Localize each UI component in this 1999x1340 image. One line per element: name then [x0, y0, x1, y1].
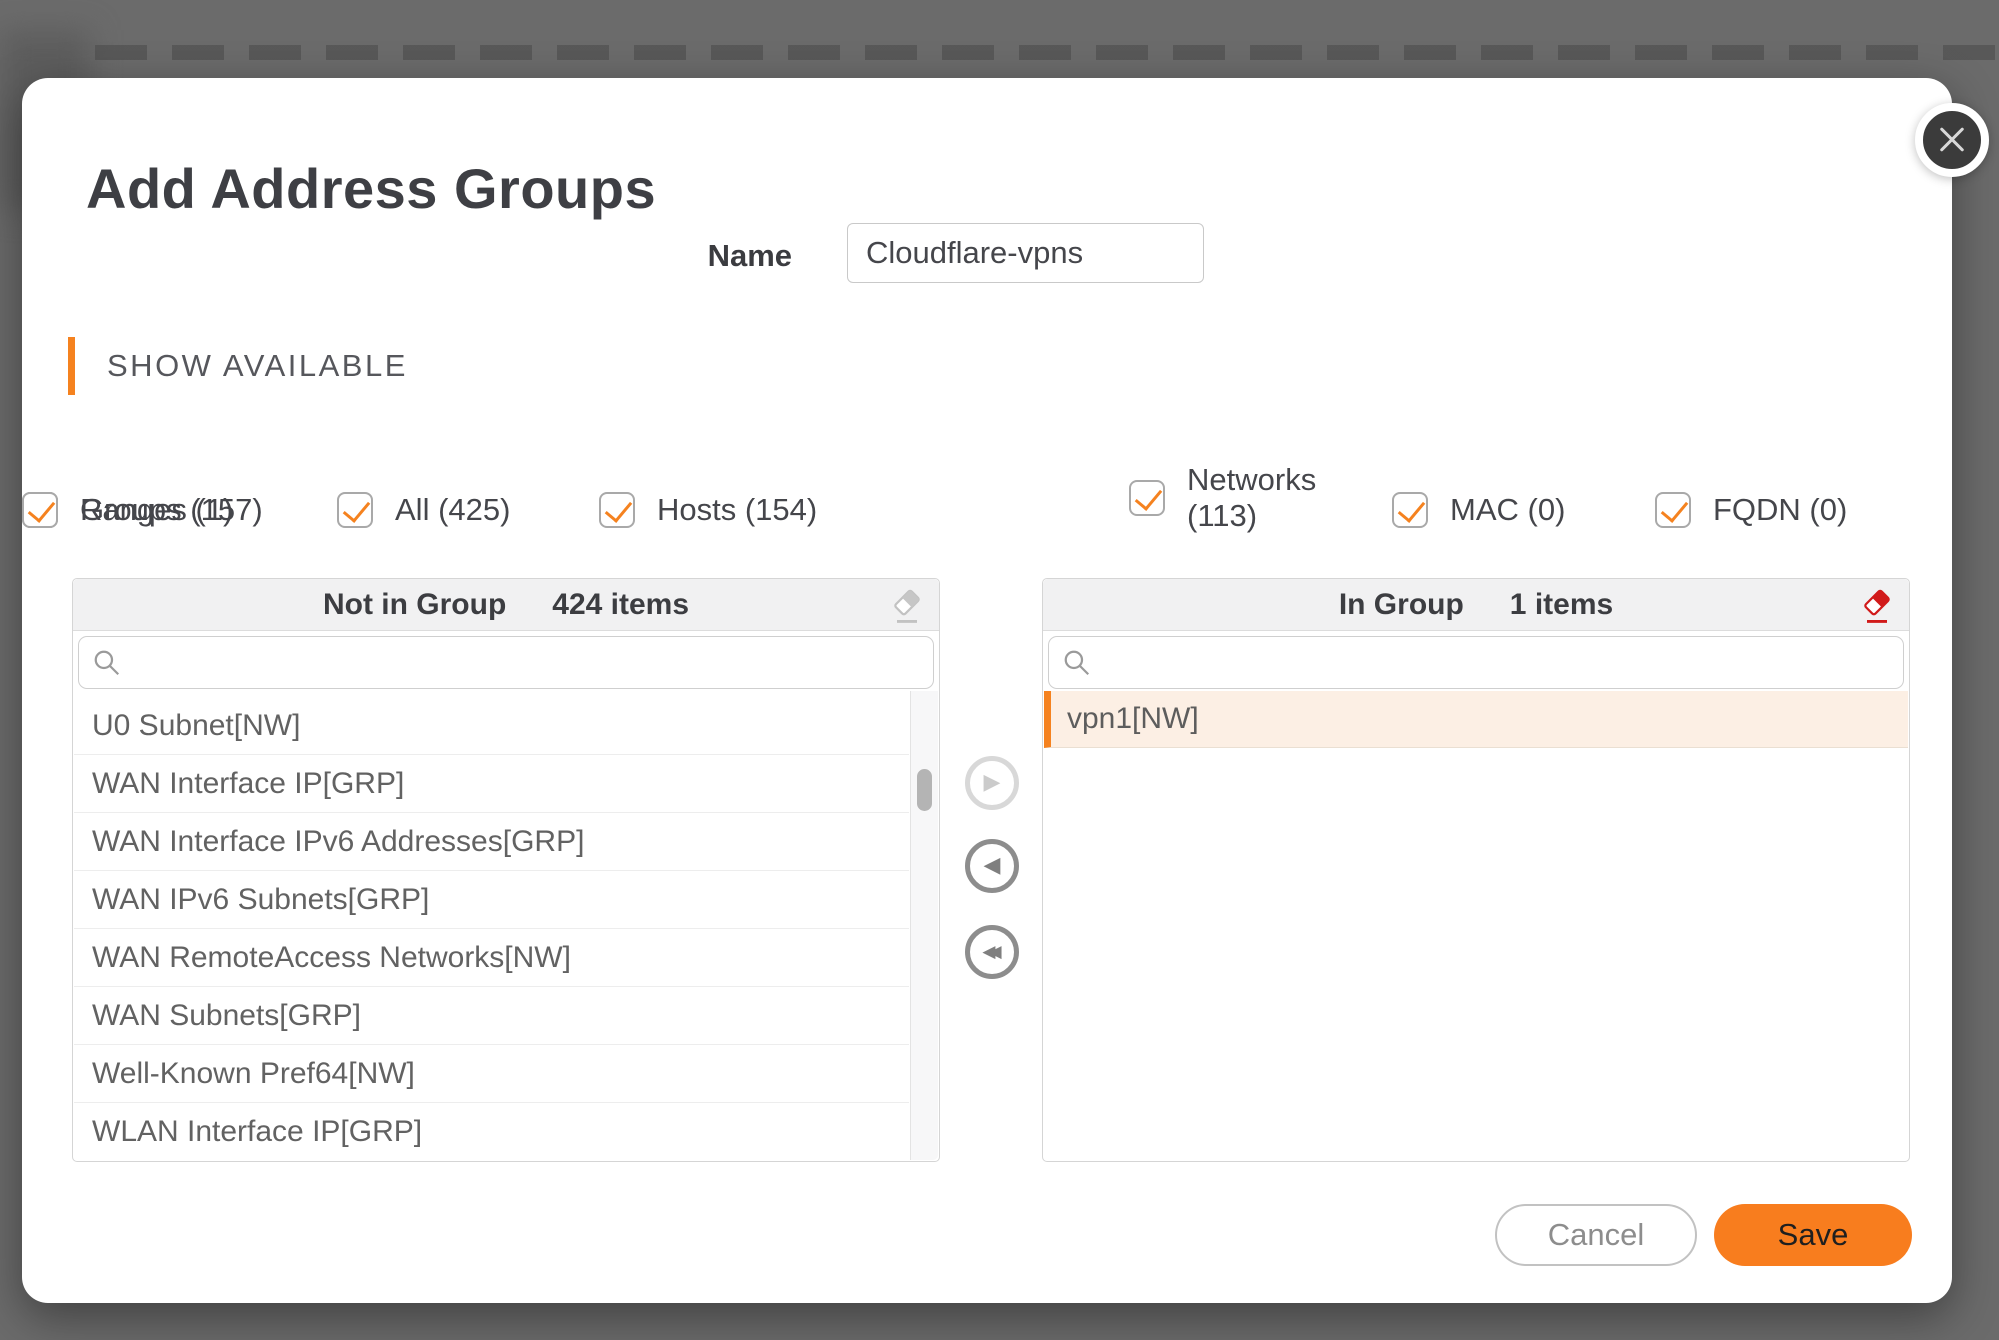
- double-left-arrow-glyph: ◀◀: [989, 944, 994, 961]
- eraser-gray-glyph: [889, 587, 925, 627]
- cancel-button[interactable]: Cancel: [1495, 1204, 1697, 1266]
- background-ui-remnant-dashes: [95, 45, 1999, 60]
- eraser-icon[interactable]: [889, 587, 925, 627]
- search-input[interactable]: [1048, 636, 1904, 689]
- list-item[interactable]: WAN IPv6 Subnets[GRP]: [74, 871, 909, 929]
- filter-all[interactable]: All (425): [337, 480, 510, 540]
- not-in-group-title: Not in Group: [323, 588, 506, 622]
- checkbox-hosts[interactable]: [599, 492, 635, 528]
- close-icon[interactable]: [1915, 103, 1989, 177]
- in-group-panel: In Group 1 items: [1042, 578, 1910, 1162]
- in-group-title: In Group: [1339, 588, 1464, 622]
- checkbox-fqdn[interactable]: [1655, 492, 1691, 528]
- name-label: Name: [452, 238, 792, 274]
- list-item[interactable]: WAN Subnets[GRP]: [74, 987, 909, 1045]
- not-in-group-search: [78, 636, 934, 689]
- checkbox-mac[interactable]: [1392, 492, 1428, 528]
- accent-bar: [68, 337, 75, 395]
- move-all-left-icon[interactable]: ◀◀: [965, 925, 1019, 979]
- filter-networks[interactable]: Networks (113): [1129, 468, 1327, 528]
- filter-hosts[interactable]: Hosts (154): [599, 480, 817, 540]
- show-available-label: SHOW AVAILABLE: [107, 348, 408, 384]
- add-address-groups-dialog: Add Address Groups Name SHOW AVAILABLE A…: [22, 78, 1952, 1303]
- scrollbar-thumb[interactable]: [917, 769, 932, 811]
- move-left-icon[interactable]: ◀: [965, 839, 1019, 893]
- list-item[interactable]: WLAN Interface IP[GRP]: [74, 1103, 909, 1160]
- checkbox-all[interactable]: [337, 492, 373, 528]
- selected-list-item[interactable]: vpn1[NW]: [1044, 691, 1908, 748]
- right-arrow-glyph: ▶: [984, 772, 1001, 794]
- filter-groups[interactable]: Groups (157): [22, 480, 263, 540]
- filter-fqdn[interactable]: FQDN (0): [1655, 480, 1847, 540]
- filter-mac[interactable]: MAC (0): [1392, 480, 1565, 540]
- scrollbar-track[interactable]: [910, 691, 938, 1160]
- checkbox-networks[interactable]: [1129, 480, 1165, 516]
- eraser-red-glyph: [1859, 587, 1895, 627]
- modal-overlay: Add Address Groups Name SHOW AVAILABLE A…: [0, 0, 1999, 1340]
- list-item[interactable]: WAN Interface IPv6 Addresses[GRP]: [74, 813, 909, 871]
- save-button[interactable]: Save: [1714, 1204, 1912, 1266]
- dialog-title: Add Address Groups: [86, 156, 656, 221]
- list-item[interactable]: WAN RemoteAccess Networks[NW]: [74, 929, 909, 987]
- move-right-icon[interactable]: ▶: [965, 756, 1019, 810]
- not-in-group-list: U0 Subnet[NW] WAN Interface IP[GRP] WAN …: [74, 691, 938, 1160]
- in-group-search: [1048, 636, 1904, 689]
- left-arrow-glyph: ◀: [984, 855, 1001, 877]
- not-in-group-count: 424 items: [552, 588, 689, 622]
- show-available-header: SHOW AVAILABLE: [68, 336, 408, 396]
- checkbox-groups[interactable]: [22, 492, 58, 528]
- in-group-count: 1 items: [1510, 588, 1613, 622]
- search-input[interactable]: [78, 636, 934, 689]
- list-item[interactable]: WAN Interface IP[GRP]: [74, 755, 909, 813]
- not-in-group-header: Not in Group 424 items: [73, 579, 939, 631]
- eraser-red-icon[interactable]: [1859, 587, 1895, 627]
- name-input[interactable]: [847, 223, 1204, 283]
- list-item[interactable]: U0 Subnet[NW]: [74, 697, 909, 755]
- list-item[interactable]: Well-Known Pref64[NW]: [74, 1045, 909, 1103]
- in-group-header: In Group 1 items: [1043, 579, 1909, 631]
- not-in-group-panel: Not in Group 424 items: [72, 578, 940, 1162]
- in-group-list: vpn1[NW]: [1044, 691, 1908, 1160]
